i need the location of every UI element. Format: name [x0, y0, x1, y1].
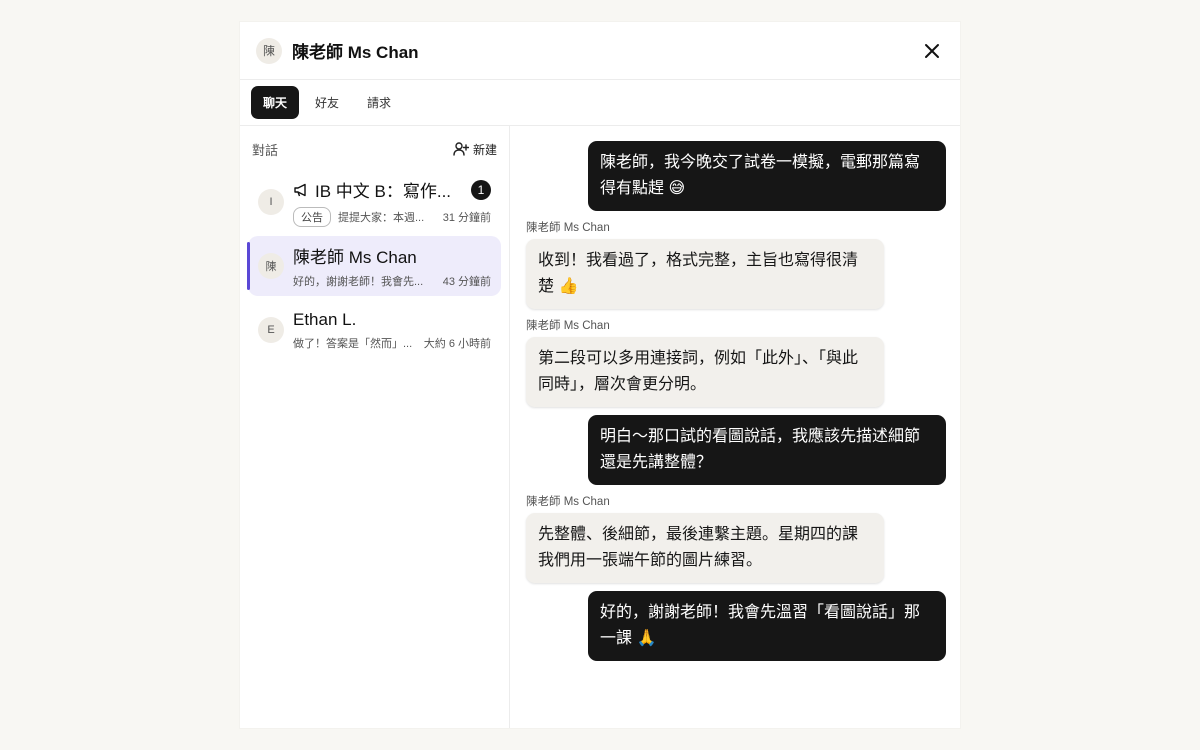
message-bubble: 陳老師，我今晚交了試卷一模擬，電郵那篇寫得有點趕 😅 [588, 141, 946, 211]
page-title: 陳老師 Ms Chan [292, 43, 419, 62]
avatar: E [258, 317, 284, 343]
sidebar-heading: 對話 [252, 142, 279, 158]
message-bubble: 第二段可以多用連接詞，例如「此外」、「與此同時」，層次會更分明。 [526, 337, 884, 407]
message-preview: 好的，謝謝老師！我會先... [293, 276, 424, 288]
avatar: 陳 [258, 253, 284, 279]
timestamp: 31 分鐘前 [442, 212, 491, 224]
message-bubble: 明白～那口試的看圖說話，我應該先描述細節還是先講整體？ [588, 415, 946, 485]
message-preview: 提提大家：本週... [338, 212, 425, 224]
tab-chat[interactable]: 聊天 [251, 86, 300, 119]
message-row: 陳老師，我今晚交了試卷一模擬，電郵那篇寫得有點趕 😅 [526, 141, 946, 211]
message-row: 明白～那口試的看圖說話，我應該先描述細節還是先講整體？ [526, 415, 946, 485]
chat-panel: 陳 陳老師 Ms Chan 聊天 好友 請求 對話 新建 I IB 中文 B：寫… [240, 22, 960, 728]
megaphone-icon [293, 182, 309, 198]
message-row: 好的，謝謝老師！我會先溫習「看圖說話」那一課 🙏 [526, 591, 946, 661]
sender-name: 陳老師 Ms Chan [526, 496, 610, 508]
message-thread: 陳老師，我今晚交了試卷一模擬，電郵那篇寫得有點趕 😅 陳老師 Ms Chan 收… [510, 126, 960, 728]
message-bubble: 收到！我看過了，格式完整，主旨也寫得很清楚 👍 [526, 239, 884, 309]
message-bubble: 先整體、後細節，最後連繫主題。星期四的課我們用一張端午節的圖片練習。 [526, 513, 884, 583]
announcement-tag: 公告 [293, 207, 331, 227]
unread-badge: 1 [471, 179, 491, 200]
close-icon [924, 43, 940, 59]
conversation-name: Ethan L. [293, 309, 357, 329]
new-conversation-button[interactable]: 新建 [453, 141, 497, 158]
panel-header: 陳 陳老師 Ms Chan [240, 22, 960, 80]
avatar: I [258, 189, 284, 215]
message-row: 陳老師 Ms Chan 先整體、後細節，最後連繫主題。星期四的課我們用一張端午節… [526, 485, 946, 583]
list-item[interactable]: 陳 陳老師 Ms Chan 好的，謝謝老師！我會先... 43 分鐘前 [247, 236, 501, 296]
tab-bar: 聊天 好友 請求 [240, 80, 960, 126]
timestamp: 43 分鐘前 [442, 276, 491, 288]
message-row: 陳老師 Ms Chan 收到！我看過了，格式完整，主旨也寫得很清楚 👍 [526, 211, 946, 309]
add-user-icon [453, 141, 469, 157]
close-button[interactable] [920, 39, 944, 63]
conversation-sidebar: 對話 新建 I IB 中文 B：寫作... 1 公告 提提大家：本週... 31… [240, 126, 510, 728]
message-bubble: 好的，謝謝老師！我會先溫習「看圖說話」那一課 🙏 [588, 591, 946, 661]
new-label: 新建 [472, 142, 497, 157]
sender-name: 陳老師 Ms Chan [526, 320, 610, 332]
message-row: 陳老師 Ms Chan 第二段可以多用連接詞，例如「此外」、「與此同時」，層次會… [526, 309, 946, 407]
message-preview: 做了！答案是「然而」... [293, 337, 413, 350]
tab-requests[interactable]: 請求 [355, 86, 403, 119]
conversation-name: IB 中文 B：寫作... [315, 182, 452, 201]
list-item[interactable]: E Ethan L. 做了！答案是「然而」... 大約 6 小時前 [248, 300, 501, 360]
list-item[interactable]: I IB 中文 B：寫作... 1 公告 提提大家：本週... 31 分鐘前 [248, 172, 501, 232]
tab-friends[interactable]: 好友 [303, 86, 351, 119]
conversation-name: 陳老師 Ms Chan [293, 248, 417, 267]
timestamp: 大約 6 小時前 [423, 337, 491, 350]
avatar: 陳 [256, 37, 282, 64]
sender-name: 陳老師 Ms Chan [526, 222, 610, 234]
